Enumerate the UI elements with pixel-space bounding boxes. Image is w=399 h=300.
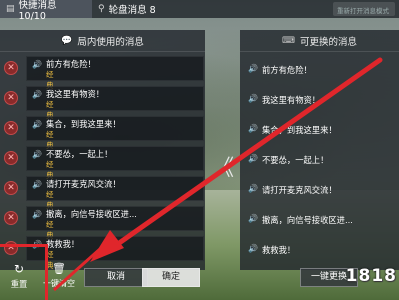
annotation-arrow-line [109, 57, 383, 251]
annotation-arrows [53, 57, 383, 292]
annotation-arrow-head [90, 230, 124, 262]
annotation-arrow-line-2 [53, 238, 111, 292]
